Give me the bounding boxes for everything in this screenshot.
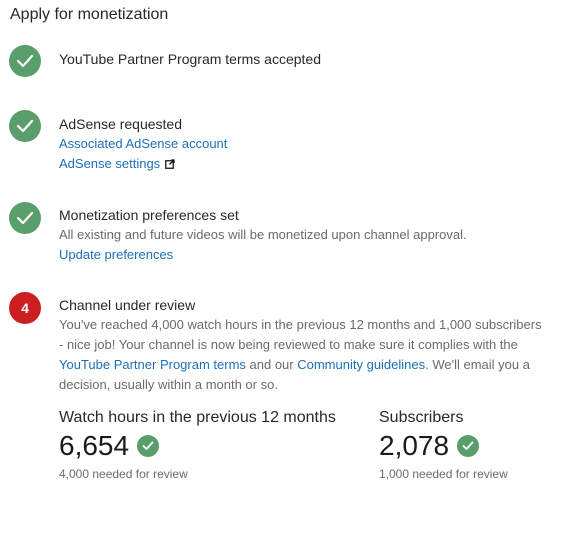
check-icon [9, 202, 41, 234]
step-number-badge: 4 [9, 292, 41, 324]
step-title: YouTube Partner Program terms accepted [59, 51, 321, 67]
check-icon [137, 435, 160, 457]
stat-label: Subscribers [379, 409, 464, 426]
external-link-icon [165, 155, 175, 175]
adsense-settings-label: AdSense settings [59, 156, 161, 171]
watch-hours-value: 6,654 [59, 430, 130, 461]
step-description: All existing and future videos will be m… [59, 227, 467, 242]
monetization-page: Apply for monetization YouTube Partner P… [0, 0, 576, 555]
update-preferences-link[interactable]: Update preferences [59, 247, 173, 262]
check-icon [9, 45, 41, 77]
subscribers-stat: Subscribers 2,078 1,000 needed for revie… [379, 407, 508, 483]
community-guidelines-link[interactable]: Community guidelines [297, 357, 425, 372]
stat-hint: 1,000 needed for review [379, 467, 508, 481]
desc-text: You've reached 4,000 watch hours in the … [59, 317, 542, 352]
subscribers-value: 2,078 [379, 430, 450, 461]
adsense-settings-link[interactable]: AdSense settings [59, 156, 175, 171]
check-icon [457, 435, 480, 457]
page-title: Apply for monetization [10, 6, 169, 23]
desc-text: and our [245, 357, 298, 372]
step-title: AdSense requested [59, 116, 182, 132]
review-stats: Watch hours in the previous 12 months 6,… [59, 407, 546, 487]
step-description: You've reached 4,000 watch hours in the … [59, 315, 546, 395]
stat-hint: 4,000 needed for review [59, 467, 188, 481]
watch-hours-stat: Watch hours in the previous 12 months 6,… [59, 407, 336, 483]
step-title: Channel under review [59, 297, 196, 313]
check-icon [9, 110, 41, 142]
stat-label: Watch hours in the previous 12 months [59, 409, 336, 426]
step-title: Monetization preferences set [59, 207, 239, 223]
associated-adsense-account-link[interactable]: Associated AdSense account [59, 136, 227, 151]
partner-program-terms-link[interactable]: YouTube Partner Program terms [59, 357, 246, 372]
